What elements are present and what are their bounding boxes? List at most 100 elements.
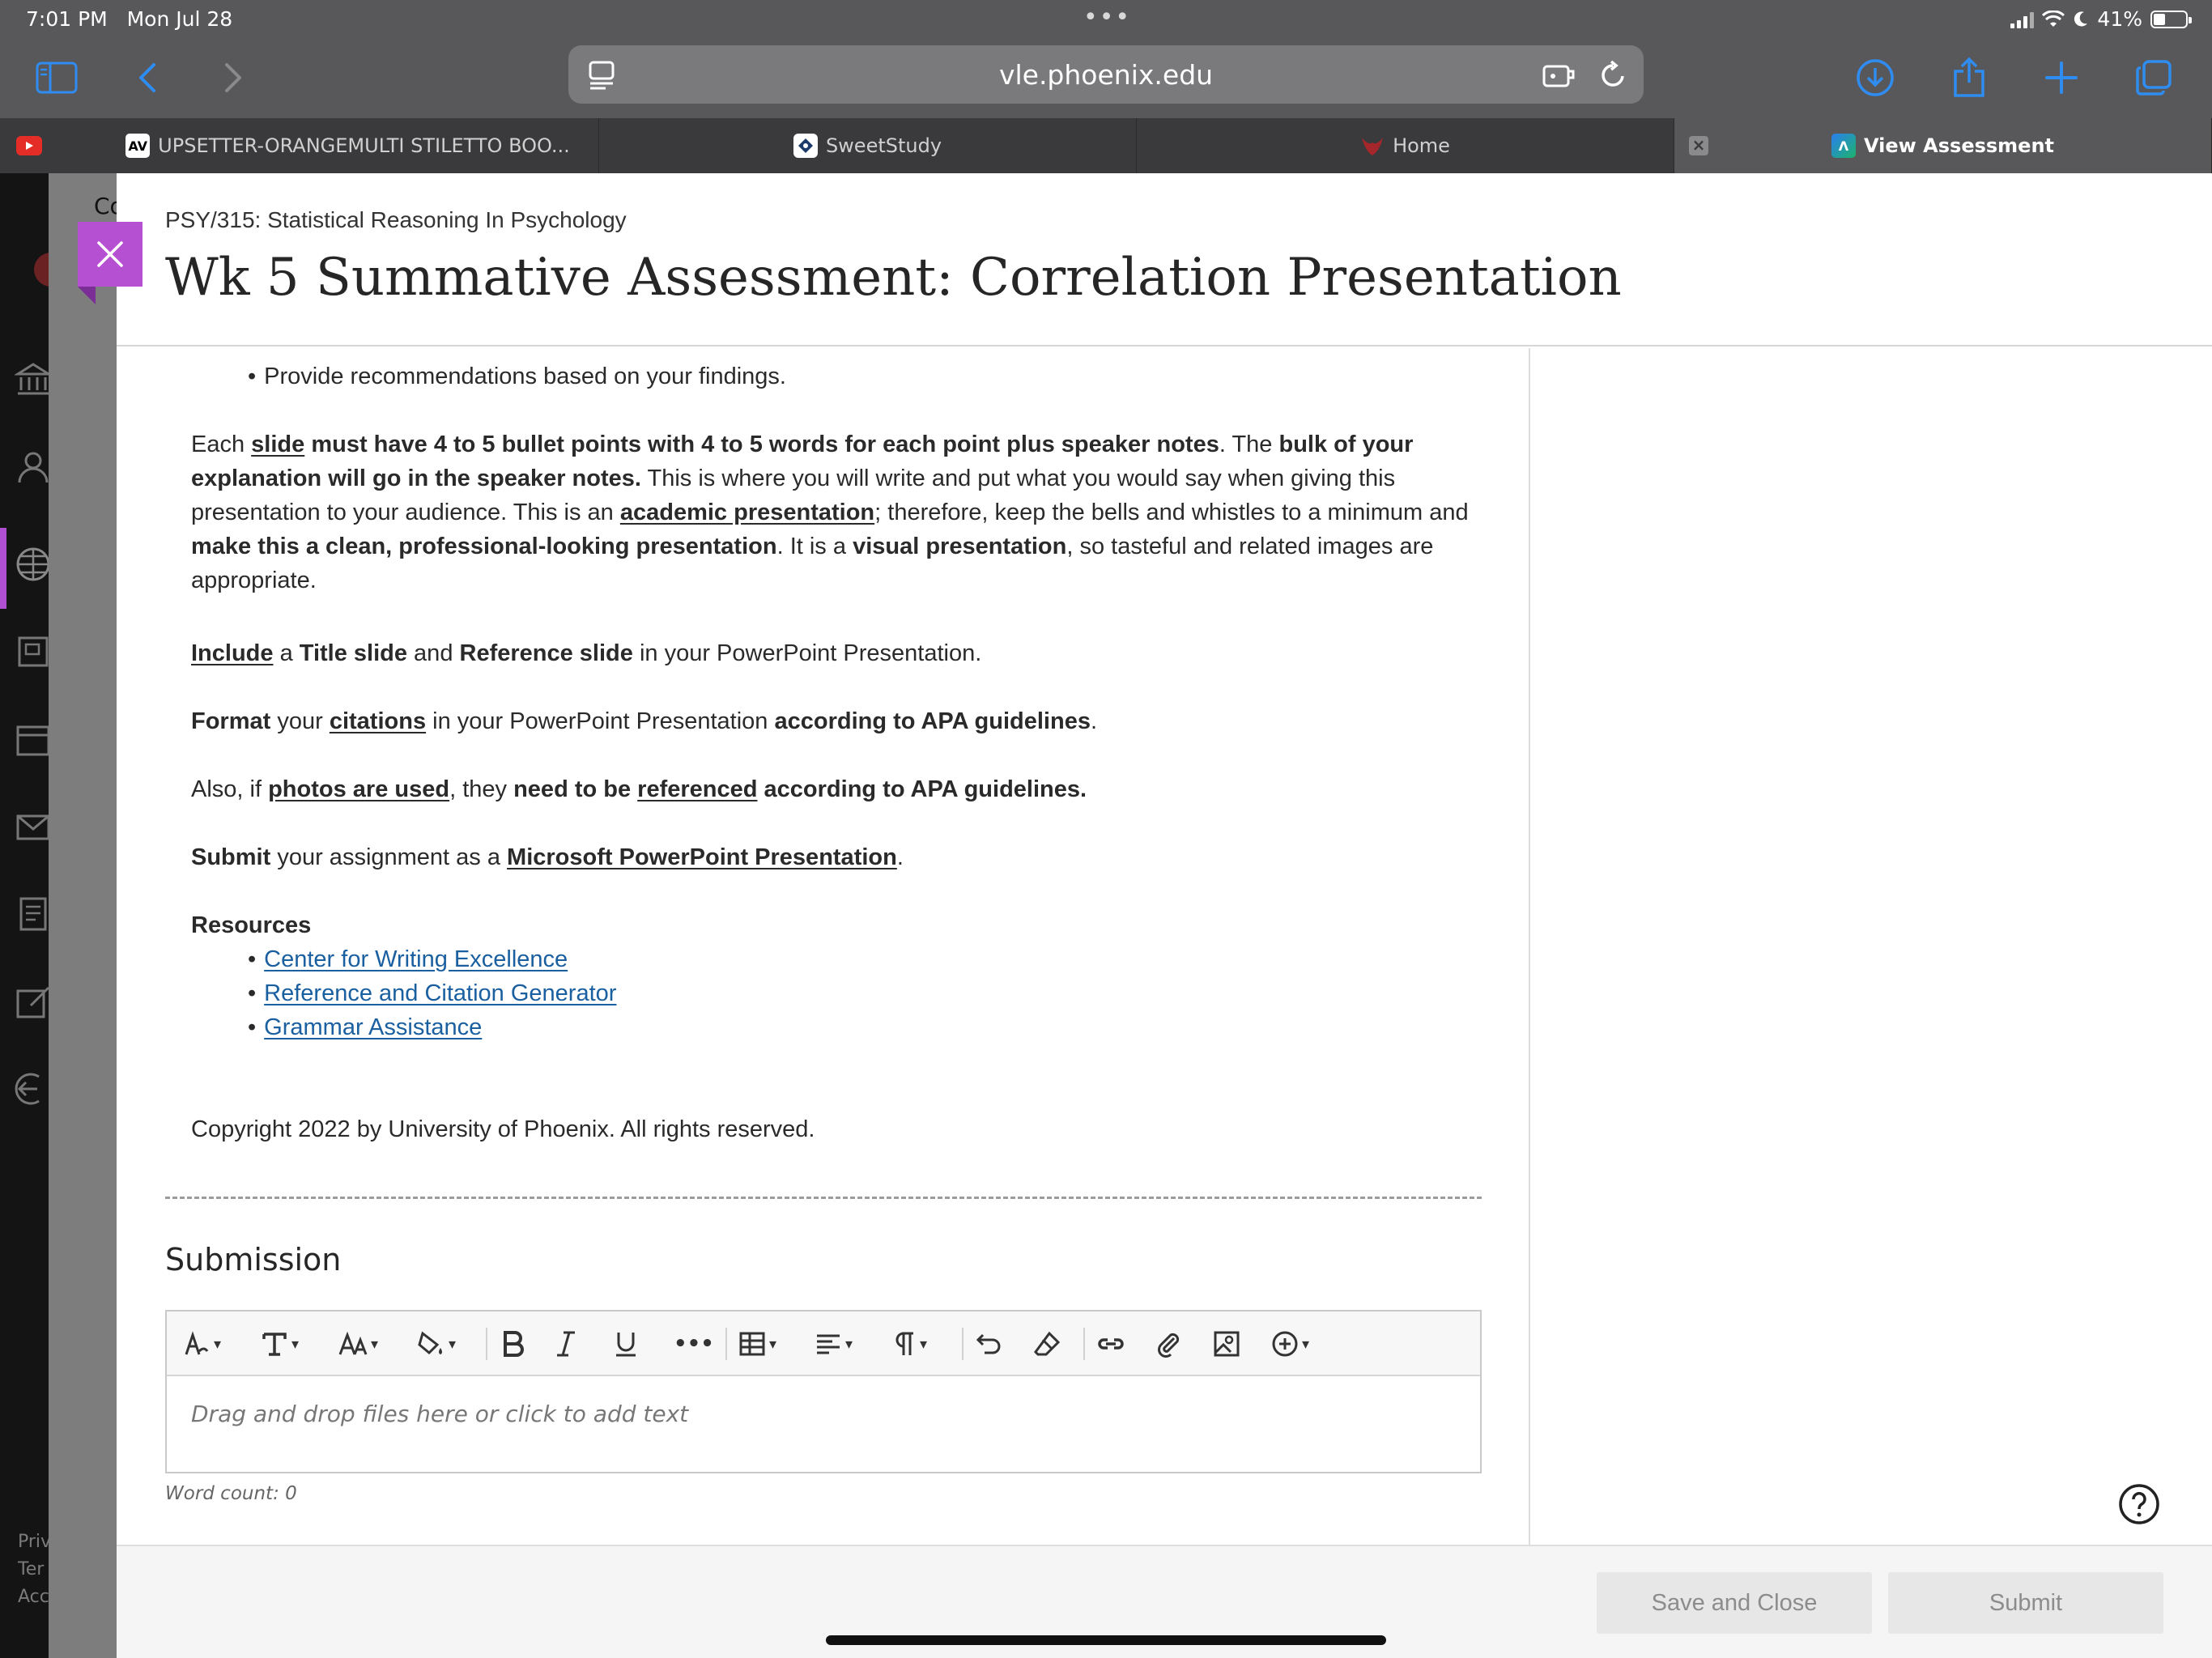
more-options-icon[interactable]: ••• — [674, 1326, 714, 1362]
close-panel-button[interactable] — [78, 222, 143, 304]
youtube-icon — [16, 136, 42, 155]
underline-button[interactable] — [614, 1326, 638, 1362]
tab-sweetstudy[interactable]: SweetStudy — [599, 118, 1137, 173]
tab-overview-icon[interactable] — [2128, 52, 2180, 104]
align-button[interactable]: ▾ — [815, 1326, 853, 1362]
help-icon[interactable] — [2118, 1483, 2160, 1525]
page-title: Wk 5 Summative Assessment: Correlation P… — [165, 248, 1622, 308]
tab-bar: AV UPSETTER-ORANGEMULTI STILETTO BOO... … — [0, 118, 2212, 173]
format-t-icon — [262, 1333, 287, 1356]
italic-icon — [557, 1331, 575, 1357]
share-icon[interactable] — [1943, 52, 1995, 104]
close-tab-icon[interactable]: × — [1689, 136, 1708, 155]
new-tab-icon[interactable] — [2035, 52, 2087, 104]
instructions-paragraph-submit: Submit your assignment as a Microsoft Po… — [191, 844, 904, 870]
status-time: 7:01 PM Mon Jul 28 — [26, 7, 233, 31]
submit-button[interactable]: Submit — [1888, 1572, 2163, 1634]
resources-heading: Resources — [191, 912, 312, 938]
submission-heading: Submission — [165, 1242, 342, 1278]
battery-icon — [2150, 10, 2192, 28]
list-item: Center for Writing Excellence — [248, 942, 568, 976]
edit-icon — [16, 986, 50, 1018]
messages-icon — [16, 814, 50, 840]
insert-content-button[interactable]: ▾ — [1271, 1326, 1309, 1362]
undo-icon — [976, 1333, 1001, 1354]
downloads-icon[interactable] — [1849, 52, 1901, 104]
grades-icon — [19, 897, 47, 931]
pen-style-icon — [185, 1331, 209, 1355]
reload-icon[interactable] — [1598, 60, 1627, 91]
panel-header: PSY/315: Statistical Reasoning In Psycho… — [117, 173, 2212, 346]
plus-circle-icon — [1272, 1331, 1298, 1357]
instructions-paragraph-slides: Each slide must have 4 to 5 bullet point… — [191, 432, 1469, 593]
paragraph-format-button[interactable]: ▾ — [261, 1326, 299, 1362]
save-and-close-button[interactable]: Save and Close — [1597, 1572, 1872, 1634]
link-icon — [1098, 1338, 1124, 1350]
url-text: vle.phoenix.edu — [998, 59, 1214, 91]
status-indicators: 41% — [2010, 7, 2192, 31]
align-left-icon — [817, 1334, 840, 1354]
globe-icon — [16, 547, 50, 581]
bold-button[interactable] — [500, 1326, 526, 1362]
section-divider — [165, 1197, 1482, 1199]
attach-file-button[interactable] — [1155, 1326, 1182, 1362]
moon-icon — [2074, 11, 2088, 26]
wifi-icon — [2042, 10, 2065, 27]
home-indicator — [826, 1635, 1386, 1645]
pinned-tab-youtube[interactable] — [0, 118, 57, 173]
paragraph-button[interactable]: ▾ — [892, 1326, 927, 1362]
profile-icon — [18, 452, 49, 483]
bg-footer-terms: Ter — [18, 1559, 45, 1579]
sweetstudy-icon — [793, 134, 818, 158]
word-count: Word count: 0 — [165, 1483, 297, 1504]
close-icon — [97, 241, 123, 267]
insert-link-button[interactable] — [1096, 1326, 1125, 1362]
copyright-text: Copyright 2022 by University of Phoenix.… — [191, 1116, 815, 1142]
extension-icon[interactable] — [1542, 60, 1576, 89]
blackboard-favicon: Λ — [1831, 134, 1856, 158]
bold-icon — [504, 1331, 524, 1357]
back-icon[interactable] — [121, 52, 173, 104]
image-icon — [1214, 1331, 1240, 1357]
insert-image-button[interactable] — [1213, 1326, 1240, 1362]
citation-generator-link[interactable]: Reference and Citation Generator — [264, 980, 616, 1006]
undo-button[interactable] — [975, 1326, 1002, 1362]
fill-color-icon — [418, 1331, 442, 1355]
store-favicon: AV — [125, 134, 151, 158]
font-size-button[interactable]: ▾ — [338, 1326, 378, 1362]
multitasking-dots-icon[interactable]: ••• — [1083, 3, 1131, 32]
text-color-button[interactable]: ▾ — [416, 1326, 456, 1362]
pilcrow-icon — [895, 1332, 913, 1355]
list-item: Grammar Assistance — [248, 1010, 482, 1044]
background-content-edge: Co — [49, 173, 124, 1658]
sign-out-icon — [15, 1073, 40, 1105]
sidebar-toggle-icon[interactable] — [31, 52, 83, 104]
background-nav: Priv Ter Acc — [0, 173, 68, 1658]
bg-footer-privacy: Priv — [18, 1532, 52, 1552]
grammar-assistance-link[interactable]: Grammar Assistance — [264, 1014, 482, 1040]
tab-home[interactable]: Home — [1137, 118, 1674, 173]
courses-icon — [18, 636, 49, 667]
forward-icon[interactable] — [207, 52, 259, 104]
table-button[interactable]: ▾ — [738, 1326, 776, 1362]
italic-button[interactable] — [555, 1326, 576, 1362]
editor-input-area[interactable]: Drag and drop files here or click to add… — [191, 1401, 688, 1427]
battery-percent: 41% — [2097, 7, 2142, 31]
tab-view-assessment[interactable]: × Λ View Assessment — [1674, 118, 2212, 173]
instructions-paragraph-photos: Also, if photos are used, they need to b… — [191, 776, 1087, 802]
list-item: Reference and Citation Generator — [248, 976, 616, 1010]
eraser-icon — [1034, 1331, 1061, 1356]
text-style-button[interactable]: ▾ — [183, 1326, 221, 1362]
center-writing-link[interactable]: Center for Writing Excellence — [264, 946, 568, 972]
clear-format-button[interactable] — [1033, 1326, 1061, 1362]
address-bar[interactable]: vle.phoenix.edu — [568, 45, 1644, 104]
status-bar: 7:01 PM Mon Jul 28 ••• 41% — [0, 0, 2212, 40]
bg-footer-accessibility: Acc — [18, 1587, 49, 1607]
underline-icon — [616, 1333, 636, 1357]
course-name: PSY/315: Statistical Reasoning In Psycho… — [165, 207, 627, 232]
list-item: Provide recommendations based on your fi… — [248, 359, 786, 393]
assessment-panel: PSY/315: Statistical Reasoning In Psycho… — [117, 173, 2212, 1658]
font-size-icon — [338, 1331, 368, 1355]
instructions-paragraph-include: Include a Title slide and Reference slid… — [191, 640, 982, 666]
tab-stiletto[interactable]: AV UPSETTER-ORANGEMULTI STILETTO BOO... — [97, 118, 599, 173]
